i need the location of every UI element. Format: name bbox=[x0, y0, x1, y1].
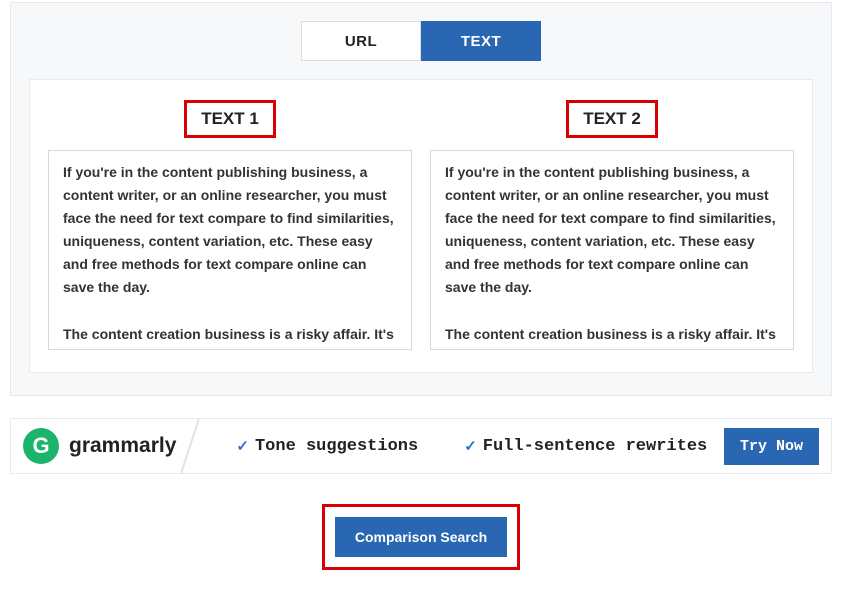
column-right: TEXT 2 bbox=[430, 100, 794, 350]
main-panel: URL TEXT TEXT 1 TEXT 2 bbox=[10, 2, 832, 396]
column-right-header: TEXT 2 bbox=[566, 100, 658, 138]
ad-feature-2-text: Full-sentence rewrites bbox=[483, 437, 707, 456]
columns: TEXT 1 TEXT 2 bbox=[48, 100, 794, 350]
action-wrap: Comparison Search bbox=[0, 504, 842, 570]
ad-feature-1-text: Tone suggestions bbox=[255, 437, 418, 456]
column-left-header: TEXT 1 bbox=[184, 100, 276, 138]
text-input-2[interactable] bbox=[430, 150, 794, 350]
text-input-1[interactable] bbox=[48, 150, 412, 350]
column-left: TEXT 1 bbox=[48, 100, 412, 350]
check-icon: ✓ bbox=[236, 437, 249, 456]
ad-feature-1: ✓ Tone suggestions bbox=[236, 437, 418, 456]
ad-features: ✓ Tone suggestions ✓ Full-sentence rewri… bbox=[236, 437, 724, 456]
try-now-button[interactable]: Try Now bbox=[724, 428, 819, 465]
ad-banner: G grammarly ✓ Tone suggestions ✓ Full-se… bbox=[10, 418, 832, 474]
content-panel: TEXT 1 TEXT 2 bbox=[29, 79, 813, 373]
tab-url[interactable]: URL bbox=[301, 21, 421, 61]
tabs: URL TEXT bbox=[29, 21, 813, 61]
ad-separator bbox=[177, 418, 203, 474]
check-icon: ✓ bbox=[464, 437, 477, 456]
ad-brand-name: grammarly bbox=[69, 434, 176, 458]
grammarly-logo-icon: G bbox=[23, 428, 59, 464]
comparison-search-button[interactable]: Comparison Search bbox=[335, 517, 507, 557]
tab-text[interactable]: TEXT bbox=[421, 21, 541, 61]
ad-feature-2: ✓ Full-sentence rewrites bbox=[464, 437, 707, 456]
action-highlight-box: Comparison Search bbox=[322, 504, 520, 570]
